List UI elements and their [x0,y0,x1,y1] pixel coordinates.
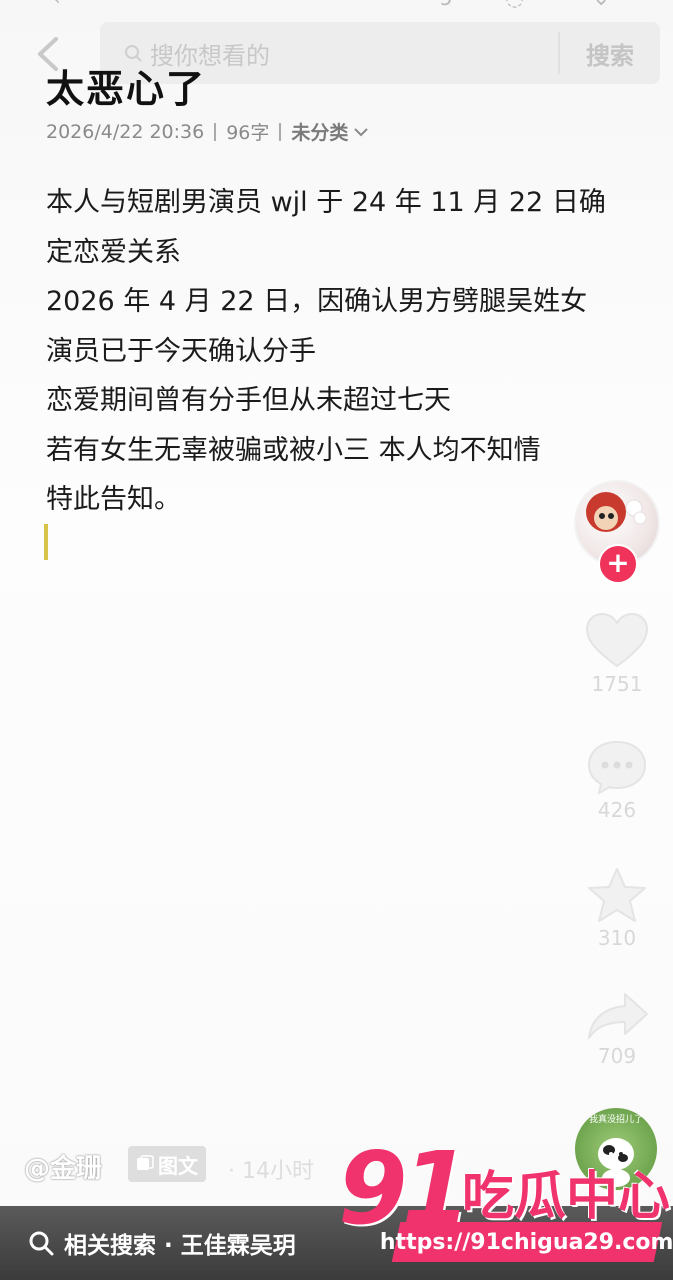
note-line: 定恋爱关系 [46,236,181,268]
note-line: 若有女生无辜被骗或被小三 本人均不知情 [46,434,541,466]
heart-icon [585,612,649,668]
note-line: 本人与短剧男演员 wjl 于 24 年 11 月 22 日确 [46,187,606,218]
comment-button[interactable]: 426 [582,738,652,822]
note-line: 演员已于今天确认分手 [46,335,316,367]
status-bar: ‹ ɔ ◌ ⌄ [0,0,673,11]
watermark-url-banner: https://91chigua29.com [380,1222,673,1262]
note-date: 2026/4/22 20:36 [46,120,205,143]
favorite-count: 310 [597,926,637,950]
text-cursor [44,524,48,560]
favorite-button[interactable]: 310 [582,866,652,950]
note-line: 特此告知。 [46,484,181,515]
share-button[interactable]: 709 [582,990,652,1068]
note-body: 本人与短剧男演员 wjl 于 24 年 11 月 22 日确 定恋爱关系 202… [46,178,626,525]
note-category-selector[interactable]: 未分类 [291,118,369,145]
comment-icon [587,740,647,795]
search-icon [29,1231,54,1256]
watermark-url: https://91chigua29.com [380,1229,673,1255]
music-disc-text: 我真没招儿了 [588,1115,643,1125]
note-line: 恋爱期间曾有分手但从未超过七天 [46,385,451,416]
note-line: 2026 年 4 月 22 日，因确认男方劈腿吴姓女 [46,286,588,317]
search-button[interactable]: 搜索 [558,32,660,74]
star-icon [588,868,646,922]
like-count: 1751 [591,672,643,696]
comment-count: 426 [597,798,637,822]
status-icon: ɔ [440,0,452,11]
post-time: · 14小时 [228,1159,314,1184]
post-type-label: 图文 [158,1153,198,1178]
note-category: 未分类 [291,122,349,144]
status-icon: ◌ [505,0,524,11]
watermark-name: 吃瓜中心 [462,1167,671,1227]
note-word-count: 96字 [226,122,270,144]
author-name[interactable]: @金珊 [24,1148,102,1185]
note-title: 太恶心了 [46,67,207,111]
note-meta: 2026/4/22 20:36 96字 未分类 [46,118,369,145]
follow-button[interactable]: + [598,544,638,584]
meta-divider [214,122,217,141]
post-type-badge: 图文 [128,1146,206,1182]
like-button[interactable]: 1751 [582,612,652,696]
status-icon: ‹ [52,0,61,11]
watermark-logo: 91 吃瓜中心 https://91chigua29.com [338,1130,673,1270]
status-icon: ⌄ [592,0,610,11]
chevron-down-icon [354,127,369,136]
meta-divider [279,122,282,141]
share-icon [588,993,648,1039]
related-search-label: 相关搜索 · 王佳霖吴玥 [64,1233,296,1259]
image-text-icon [137,1155,154,1170]
share-count: 709 [597,1044,637,1068]
